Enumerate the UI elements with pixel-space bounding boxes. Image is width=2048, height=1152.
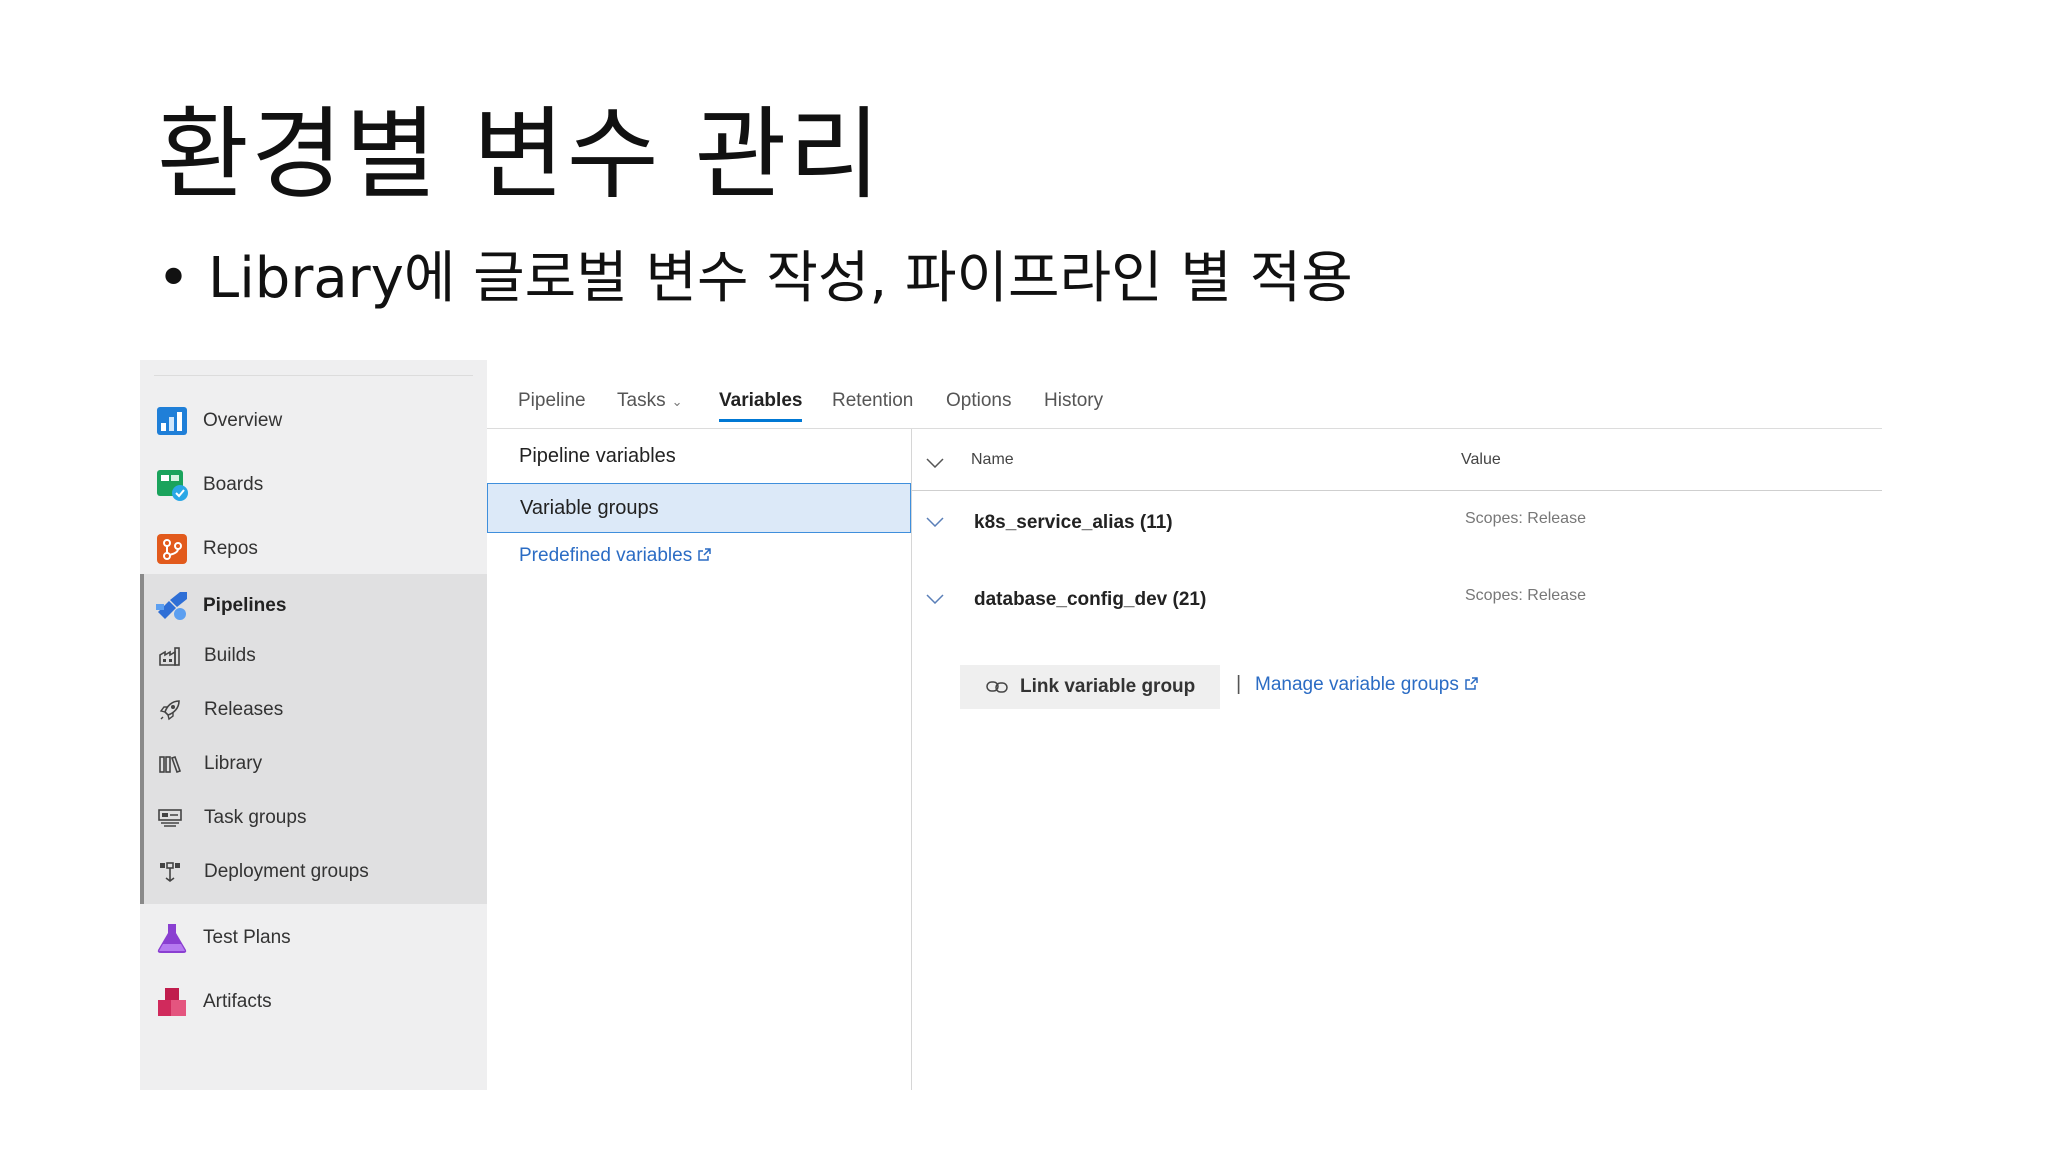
library-icon	[157, 751, 183, 777]
tab-retention[interactable]: Retention	[832, 390, 913, 412]
link-label: Predefined variables	[519, 545, 693, 567]
external-link-icon	[1465, 674, 1478, 696]
sidebar-item-overview[interactable]: Overview	[140, 397, 487, 445]
sidebar-item-releases[interactable]: Releases	[140, 692, 487, 728]
slide-title: 환경별 변수 관리	[157, 96, 883, 213]
sidebar-item-library[interactable]: Library	[140, 746, 487, 782]
bullet-marker: •	[157, 246, 191, 311]
pipeline-variables-item[interactable]: Pipeline variables	[487, 431, 911, 481]
value-column-header: Value	[1461, 451, 1501, 468]
sidebar-item-pipelines[interactable]: Pipelines	[140, 586, 487, 626]
sidebar-item-task-groups[interactable]: Task groups	[140, 800, 487, 836]
sidebar-item-label: Pipelines	[203, 595, 287, 616]
link-icon	[986, 680, 1008, 694]
collapse-all-icon[interactable]	[926, 455, 944, 473]
sidebar-item-label: Overview	[203, 410, 283, 431]
external-link-icon	[698, 545, 711, 567]
sidebar-item-test-plans[interactable]: Test Plans	[140, 914, 487, 962]
sidebar-item-artifacts[interactable]: Artifacts	[140, 978, 487, 1026]
expand-chevron-icon[interactable]	[926, 514, 944, 532]
chevron-down-icon: ⌄	[671, 394, 683, 409]
repos-icon	[155, 532, 189, 566]
separator: |	[1236, 673, 1242, 695]
variable-group-scope: Scopes: Release	[1465, 510, 1586, 527]
tab-bar: Pipeline Tasks ⌄ Variables Retention Opti…	[487, 360, 1882, 428]
sidebar-item-label: Deployment groups	[204, 861, 369, 882]
sidebar-item-label: Repos	[203, 538, 258, 559]
releases-icon	[157, 697, 183, 723]
sidebar-item-label: Test Plans	[203, 927, 291, 948]
sidebar-item-label: Builds	[204, 645, 256, 666]
predefined-variables-link[interactable]: Predefined variables	[519, 545, 711, 567]
tab-label: Tasks	[617, 390, 666, 411]
header-divider	[912, 490, 1882, 491]
variables-nav: Pipeline variables Variable groups Prede…	[487, 429, 912, 1090]
tab-pipeline[interactable]: Pipeline	[518, 390, 586, 412]
pipelines-section: Pipelines Builds Releases Library Task g…	[140, 574, 487, 904]
variable-groups-panel: Name Value k8s_service_alias (11) Scopes…	[912, 429, 1882, 1090]
sidebar-item-label: Task groups	[204, 807, 307, 828]
main-content: Pipeline Tasks ⌄ Variables Retention Opti…	[487, 360, 1882, 1090]
link-variable-group-button[interactable]: Link variable group	[960, 665, 1220, 709]
artifacts-icon	[155, 985, 189, 1019]
variable-group-row[interactable]: database_config_dev (21) Scopes: Release	[912, 583, 1882, 623]
pipelines-icon	[155, 589, 189, 623]
tab-tasks[interactable]: Tasks ⌄	[617, 390, 682, 412]
task-groups-icon	[157, 805, 183, 831]
sidebar-item-label: Library	[204, 753, 263, 774]
boards-icon	[155, 468, 189, 502]
slide-bullet: • Library에 글로벌 변수 작성, 파이프라인 별 적용	[157, 245, 1353, 312]
sidebar-divider	[154, 375, 473, 376]
sidebar-item-label: Artifacts	[203, 991, 272, 1012]
name-column-header: Name	[971, 451, 1014, 468]
test-plans-icon	[155, 921, 189, 955]
sidebar-item-repos[interactable]: Repos	[140, 525, 487, 573]
sidebar: Overview Boards Repos Pipelines Builds R…	[140, 360, 488, 1090]
sidebar-item-label: Releases	[204, 699, 284, 720]
azure-devops-screenshot: Overview Boards Repos Pipelines Builds R…	[140, 360, 1882, 1090]
overview-icon	[155, 404, 189, 438]
tab-options[interactable]: Options	[946, 390, 1011, 412]
variable-group-row[interactable]: k8s_service_alias (11) Scopes: Release	[912, 506, 1882, 546]
sidebar-item-label: Boards	[203, 474, 264, 495]
variable-group-name: database_config_dev (21)	[974, 589, 1207, 610]
variable-group-name: k8s_service_alias (11)	[974, 512, 1173, 533]
button-label: Link variable group	[1020, 676, 1196, 697]
variable-group-scope: Scopes: Release	[1465, 587, 1586, 604]
tab-history[interactable]: History	[1044, 390, 1103, 412]
tab-variables[interactable]: Variables	[719, 390, 803, 422]
sidebar-item-boards[interactable]: Boards	[140, 461, 487, 509]
link-label: Manage variable groups	[1255, 674, 1459, 696]
variable-groups-item[interactable]: Variable groups	[487, 483, 911, 533]
builds-icon	[157, 643, 183, 669]
deployment-groups-icon	[157, 859, 183, 885]
sidebar-item-builds[interactable]: Builds	[140, 638, 487, 674]
sidebar-item-deployment-groups[interactable]: Deployment groups	[140, 854, 487, 890]
expand-chevron-icon[interactable]	[926, 591, 944, 609]
manage-variable-groups-link[interactable]: Manage variable groups	[1255, 674, 1478, 696]
bullet-text: Library에 글로벌 변수 작성, 파이프라인 별 적용	[208, 246, 1353, 311]
